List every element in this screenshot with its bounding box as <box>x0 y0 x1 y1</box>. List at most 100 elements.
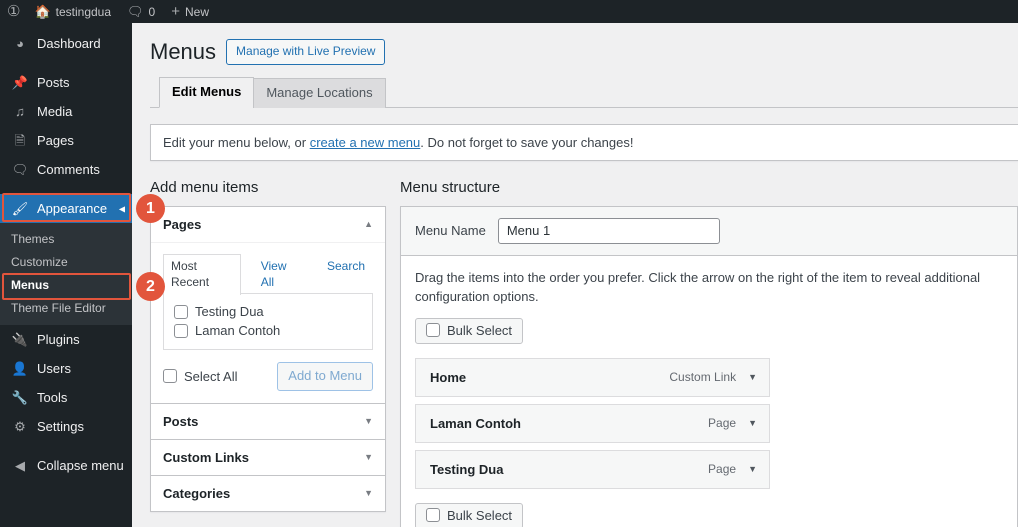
sidebar-subitem-customize[interactable]: Customize <box>0 251 132 274</box>
sidebar-item-comments[interactable]: 🗨 Comments <box>0 155 132 184</box>
inner-tab-most-recent[interactable]: Most Recent <box>163 253 241 296</box>
menu-item-home[interactable]: Home Custom Link ▼ <box>415 357 770 397</box>
sidebar-subitem-themes[interactable]: Themes <box>0 228 132 251</box>
menu-item-type: Page <box>708 462 737 477</box>
caret-down-icon: ▼ <box>364 416 373 427</box>
menu-item-laman-contoh[interactable]: Laman Contoh Page ▼ <box>415 403 770 443</box>
add-to-menu-button[interactable]: Add to Menu <box>277 362 373 391</box>
checkbox-select-all[interactable] <box>163 369 177 384</box>
checkbox-laman-contoh[interactable] <box>174 323 188 338</box>
bulk-select-label: Bulk Select <box>447 507 513 523</box>
bulk-select-top-button[interactable]: Bulk Select <box>415 317 524 344</box>
wordpress-logo-icon[interactable]: ① <box>0 4 26 19</box>
sidebar-item-label: Collapse menu <box>37 458 124 473</box>
accordion-label: Posts <box>163 413 199 429</box>
comments-count: 0 <box>148 4 156 19</box>
main-content: Menus Manage with Live Preview Edit Menu… <box>132 23 1018 527</box>
media-icon: ♫ <box>15 104 25 119</box>
sidebar-item-label: Settings <box>37 419 84 434</box>
menu-structure-body: Drag the items into the order you prefer… <box>401 255 1017 527</box>
create-a-new-menu-link[interactable]: create a new menu <box>310 135 421 150</box>
list-item[interactable]: Laman Contoh <box>174 321 362 340</box>
menu-item-meta: Custom Link ▼ <box>669 370 757 384</box>
menu-name-label: Menu Name <box>415 223 486 239</box>
new-label: New <box>185 4 210 19</box>
accordion-header-posts[interactable]: Posts ▼ <box>151 403 385 439</box>
accordion-label: Categories <box>163 485 231 501</box>
checkbox-bulk-select-top[interactable] <box>426 323 440 338</box>
sidebar-item-tools[interactable]: 🔧 Tools <box>0 383 132 412</box>
menu-item-meta: Page ▼ <box>708 462 757 476</box>
menu-item-type: Custom Link <box>669 370 737 385</box>
accordion-header-categories[interactable]: Categories ▼ <box>151 475 385 511</box>
sidebar-subitem-label: Menus <box>11 278 50 292</box>
bulk-select-label: Bulk Select <box>447 322 513 338</box>
tab-edit-menus[interactable]: Edit Menus <box>159 77 255 108</box>
pages-inner-tabs: Most Recent View All Search <box>163 253 373 296</box>
sidebar-item-users[interactable]: 👤 Users <box>0 354 132 383</box>
sidebar-item-appearance[interactable]: 🖌 Appearance ◀ <box>0 194 132 223</box>
sidebar-divider <box>0 58 132 68</box>
sidebar-item-media[interactable]: ♫ Media <box>0 97 132 126</box>
checkbox-testing-dua[interactable] <box>174 304 188 319</box>
caret-down-icon: ▼ <box>364 488 373 499</box>
sidebar-item-label: Tools <box>37 390 68 405</box>
caret-down-icon[interactable]: ▼ <box>748 418 757 428</box>
sidebar-divider <box>0 184 132 194</box>
accordion-label: Pages <box>163 216 202 232</box>
list-item[interactable]: Testing Dua <box>174 302 362 321</box>
accordion-custom-links: Custom Links ▼ <box>150 439 386 476</box>
list-item-label: Testing Dua <box>195 304 264 320</box>
sidebar-item-dashboard[interactable]: ◕ Dashboard <box>0 29 132 58</box>
accordion-header-pages[interactable]: Pages ▲ <box>151 206 385 243</box>
accordion-header-custom-links[interactable]: Custom Links ▼ <box>151 439 385 475</box>
inner-tab-search[interactable]: Search <box>319 254 373 296</box>
home-icon: 🏠 <box>34 4 51 19</box>
paintbrush-icon: 🖌 <box>11 201 29 216</box>
checkbox-bulk-select-bottom[interactable] <box>426 508 440 523</box>
caret-down-icon[interactable]: ▼ <box>748 372 757 382</box>
sidebar-item-plugins[interactable]: 🔌 Plugins <box>0 325 132 354</box>
settings-sliders-icon: ⚙ <box>14 419 26 434</box>
new-content-menu[interactable]: + New <box>163 0 217 23</box>
sidebar-item-label: Dashboard <box>37 36 101 51</box>
bulk-select-bottom-button[interactable]: Bulk Select <box>415 502 524 527</box>
admin-bar: ① 🏠 testingdua 🗨 0 + New <box>0 0 1018 23</box>
notice-text-after: . Do not forget to save your changes! <box>420 134 634 150</box>
manage-with-live-preview-button[interactable]: Manage with Live Preview <box>226 39 386 66</box>
sidebar-item-label: Pages <box>37 133 74 148</box>
site-name-menu[interactable]: 🏠 testingdua <box>26 0 119 23</box>
inner-tab-view-all[interactable]: View All <box>253 254 307 296</box>
menu-name-input[interactable] <box>497 217 720 244</box>
menu-items-list: Home Custom Link ▼ Laman Contoh Page ▼ T… <box>415 357 1003 489</box>
select-all-row[interactable]: Select All <box>163 367 237 386</box>
caret-down-icon[interactable]: ▼ <box>748 464 757 474</box>
accordion-pages: Pages ▲ Most Recent View All Search Test… <box>150 205 386 404</box>
sidebar-divider <box>0 441 132 451</box>
menu-item-title: Testing Dua <box>430 461 504 477</box>
accordion-categories: Categories ▼ <box>150 475 386 512</box>
pages-panel-footer: Select All Add to Menu <box>163 362 373 391</box>
pages-icon: 🗎 <box>14 133 26 148</box>
accordion-label: Custom Links <box>163 449 249 465</box>
menus-columns: Add menu items Pages ▲ Most Recent View … <box>150 177 1018 527</box>
sidebar-item-posts[interactable]: 📌 Posts <box>0 68 132 97</box>
comments-bubble[interactable]: 🗨 0 <box>119 0 163 23</box>
sidebar-subitem-label: Theme File Editor <box>11 301 106 315</box>
menu-item-testing-dua[interactable]: Testing Dua Page ▼ <box>415 449 770 489</box>
pages-checkbox-list: Testing Dua Laman Contoh <box>163 293 373 351</box>
tab-manage-locations[interactable]: Manage Locations <box>253 78 386 108</box>
menu-structure-column: Menu structure Menu Name Drag the items … <box>400 177 1018 527</box>
add-menu-items-heading: Add menu items <box>150 178 259 196</box>
sidebar-item-settings[interactable]: ⚙ Settings <box>0 412 132 441</box>
sidebar-collapse-menu[interactable]: ◀ Collapse menu <box>0 451 132 480</box>
menu-item-title: Laman Contoh <box>430 415 521 431</box>
sidebar-subitem-label: Customize <box>11 255 68 269</box>
sidebar-subitem-menus[interactable]: Menus <box>0 274 132 297</box>
sidebar-item-label: Appearance <box>37 201 108 216</box>
add-menu-items-column: Add menu items Pages ▲ Most Recent View … <box>150 177 386 527</box>
sidebar-item-pages[interactable]: 🗎 Pages <box>0 126 132 155</box>
admin-sidebar: ◕ Dashboard 📌 Posts ♫ Media 🗎 Pages 🗨 Co… <box>0 23 132 527</box>
sidebar-subitem-theme-file-editor[interactable]: Theme File Editor <box>0 297 132 320</box>
annotation-badge-1: 1 <box>136 194 165 223</box>
